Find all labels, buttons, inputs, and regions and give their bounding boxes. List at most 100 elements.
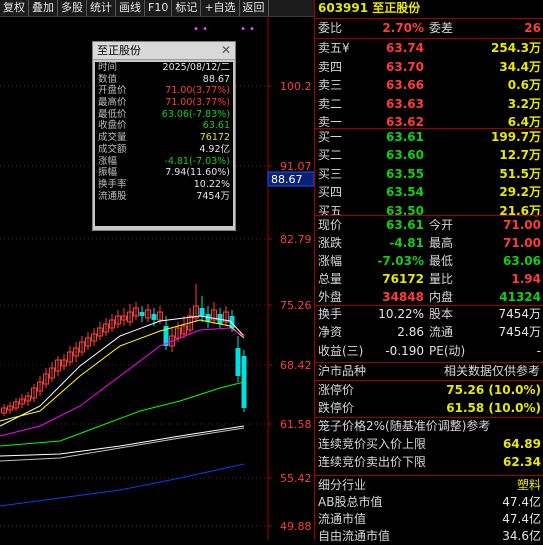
quote-row: 总量 76172 量比 1.94: [315, 271, 543, 288]
quote-info-window[interactable]: 至正股份 ✕ 时间 2025/08/12/二 数值 88.67 开盘价 71.00(3.7…: [92, 41, 236, 231]
ask-volume: 254.3万: [491, 41, 541, 55]
quote-value: 63.06: [503, 254, 541, 269]
quote-label: 涨跌: [318, 236, 343, 251]
info-row-value: 63.61: [202, 120, 230, 132]
quote-label: 最低: [429, 254, 454, 269]
limit-up-value: 75.26 (10.0%): [446, 383, 541, 397]
ask-label: 卖三: [318, 78, 343, 93]
toolbar-stats-button[interactable]: 统计: [87, 0, 116, 16]
toolbar-back-button[interactable]: 返回: [240, 0, 269, 16]
divider: [315, 215, 543, 216]
divider: [315, 380, 543, 381]
bid-label: 买二: [318, 148, 343, 163]
toolbar-mark-button[interactable]: 标记: [172, 0, 202, 16]
info-row-value: 10.22%: [193, 178, 230, 190]
industry-row: 细分行业 塑料: [315, 477, 543, 494]
quote-value: 1.94: [511, 272, 541, 287]
info-row: 数值 88.67: [95, 74, 233, 86]
info-row-label: 成交量: [98, 132, 127, 144]
free-cap-row: 自由流通市值 34.6亿: [315, 528, 543, 545]
price-label: 49.88: [280, 520, 312, 533]
cage-note: 笼子价格2%(随基准价调整)参考: [318, 419, 491, 433]
ask-price: 63.70: [386, 59, 424, 74]
quote-label: 量比: [429, 272, 454, 287]
sell-limit-row: 连续竞价卖出价下限 62.34: [315, 454, 543, 471]
divider: [315, 475, 543, 476]
stock-title: 603991 至正股份: [318, 1, 421, 15]
quote-value: 34848: [382, 290, 424, 305]
toolbar-overlay-button[interactable]: 叠加: [29, 0, 58, 16]
quote-label: 最高: [429, 236, 454, 251]
float-cap-row: 流通市值 47.4亿: [315, 511, 543, 528]
ask-volume: 34.4万: [499, 59, 541, 74]
ask-volume: 0.6万: [507, 78, 541, 93]
info-row-label: 收盘价: [98, 120, 127, 132]
price-label: 91.07: [280, 160, 312, 173]
info-row-label: 换手率: [98, 178, 127, 190]
weibi-value: 2.70%: [382, 21, 424, 35]
ref-note: 相关数据仅供参考: [443, 364, 540, 378]
bid-price: 63.55: [386, 166, 424, 181]
stats-value: 2.86: [397, 325, 424, 340]
info-row-value: 71.00(3.77%): [165, 97, 230, 109]
bid-label: 买三: [318, 166, 343, 181]
divider: [315, 18, 543, 19]
info-row: 涨幅 -4.81(-7.03%): [95, 156, 233, 168]
ask-price: 63.63: [386, 96, 424, 111]
info-row-label: 最低价: [98, 108, 127, 120]
close-icon[interactable]: ✕: [221, 42, 231, 59]
free-cap-label: 自由流通市值: [318, 529, 391, 543]
quote-value: -4.81: [389, 236, 424, 251]
limit-down-value: 61.58 (10.0%): [446, 401, 541, 415]
quote-value: 63.61: [386, 218, 424, 232]
toolbar-drawline-button[interactable]: 画线: [116, 0, 145, 16]
info-row-value: 71.00(3.77%): [165, 85, 230, 97]
stats-value: 10.22%: [378, 307, 424, 321]
bid-row: 买三 63.55 51.5万: [315, 166, 543, 183]
moving-average-line: [0, 463, 245, 507]
industry-value: 塑料: [516, 478, 541, 492]
info-window-body: 时间 2025/08/12/二 数值 88.67 开盘价 71.00(3.77%) 最高价 7…: [95, 62, 233, 226]
quote-label: 外盘: [318, 290, 343, 305]
industry-label: 细分行业: [318, 478, 367, 492]
weibi-label: 委比: [318, 21, 343, 35]
candle-body: [139, 312, 145, 316]
toolbar-f10-button[interactable]: F10: [145, 0, 173, 16]
bid-price: 63.54: [386, 185, 424, 200]
ask-row: 卖三 63.66 0.6万: [315, 77, 543, 94]
quote-label: 现价: [318, 218, 343, 232]
moving-average-line: [0, 425, 245, 457]
quote-value: 71.00: [503, 218, 541, 232]
toolbar-fuquan-button[interactable]: 复权: [0, 0, 29, 16]
toolbar-add-watchlist-button[interactable]: +自选: [201, 0, 240, 16]
ask-price: 63.74: [386, 41, 424, 55]
limit-up-label: 涨停价: [318, 383, 355, 397]
stock-header: 603991 至正股份: [315, 0, 543, 17]
quote-panel: 603991 至正股份 委比 2.70% 委差 26 卖五¥ 63.74 254.3万 卖四 63…: [314, 0, 543, 543]
info-row-value: 76172: [199, 132, 230, 144]
quote-row: 现价 63.61 今开 71.00: [315, 217, 543, 234]
chart-toolbar: 复权 叠加 多股 统计 画线 F10 标记 +自选 返回: [0, 0, 314, 17]
weibi-row: 委比 2.70% 委差 26: [315, 20, 543, 37]
info-row-value: 88.67: [202, 73, 230, 85]
info-row: 时间 2025/08/12/二: [95, 62, 233, 74]
price-label: 55.42: [280, 472, 312, 485]
quote-label: 总量: [318, 272, 343, 287]
ask-row: 卖五¥ 63.74 254.3万: [315, 40, 543, 57]
marker-dots: • •: [240, 24, 255, 35]
stats-label: 净资: [318, 325, 343, 340]
info-window-titlebar[interactable]: 至正股份 ✕: [93, 42, 235, 60]
bid-volume: 51.5万: [499, 166, 541, 181]
weicha-label: 委差: [429, 21, 454, 35]
divider: [315, 38, 543, 39]
info-row: 成交量 76172: [95, 132, 233, 144]
stats-label: 流通: [429, 325, 454, 340]
toolbar-multistock-button[interactable]: 多股: [58, 0, 87, 16]
price-label: 61.58: [280, 418, 312, 431]
info-row: 成交额 4.92亿: [95, 144, 233, 156]
moving-average-line: [0, 327, 245, 437]
info-row: 开盘价 71.00(3.77%): [95, 85, 233, 97]
price-label: 82.79: [280, 233, 312, 246]
stats-value: 7454万: [498, 325, 541, 340]
bid-label: 买四: [318, 185, 343, 200]
